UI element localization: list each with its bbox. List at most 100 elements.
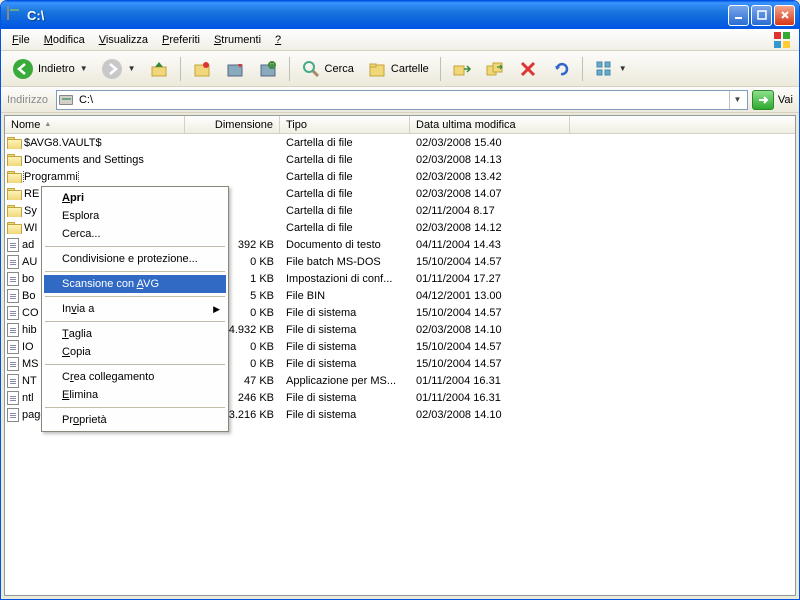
cell-type: File BIN: [280, 290, 410, 302]
tool-button-2[interactable]: [220, 55, 250, 83]
address-input[interactable]: [77, 93, 725, 107]
cm-copy[interactable]: Copia: [44, 343, 226, 361]
cell-date: 04/11/2004 14.43: [410, 239, 570, 251]
list-item[interactable]: Documents and SettingsCartella di file02…: [5, 151, 795, 168]
cm-avg-scan[interactable]: Scansione con AVG: [44, 275, 226, 293]
explorer-window: C:\ File Modifica Visualizza Preferiti S…: [0, 0, 800, 600]
addressbar: Indirizzo ▼ Vai: [1, 87, 799, 113]
menu-help[interactable]: ?: [268, 32, 288, 48]
maximize-button[interactable]: [751, 5, 772, 26]
file-icon: [7, 289, 19, 303]
cm-open[interactable]: Apri: [44, 189, 226, 207]
menu-view[interactable]: Visualizza: [92, 32, 155, 48]
cell-type: Cartella di file: [280, 154, 410, 166]
tool-button-1[interactable]: [187, 55, 217, 83]
separator: [180, 57, 181, 81]
views-button[interactable]: ▼: [589, 55, 632, 83]
column-modified[interactable]: Data ultima modifica: [410, 116, 570, 133]
file-icon: [7, 323, 19, 337]
go-button[interactable]: [752, 90, 774, 110]
cell-date: 01/11/2004 16.31: [410, 392, 570, 404]
cell-type: Cartella di file: [280, 137, 410, 149]
folder-icon: [7, 171, 21, 182]
menu-edit[interactable]: Modifica: [37, 32, 92, 48]
cell-name: Documents and Settings: [5, 154, 185, 166]
delete-button[interactable]: [513, 55, 543, 83]
address-label: Indirizzo: [7, 94, 52, 106]
cell-date: 02/03/2008 14.10: [410, 409, 570, 421]
cell-type: File batch MS-DOS: [280, 256, 410, 268]
folders-button[interactable]: Cartelle: [362, 55, 434, 83]
cm-send-to[interactable]: Invia a▶: [44, 300, 226, 318]
file-icon: [7, 357, 19, 371]
tool-button-3[interactable]: [253, 55, 283, 83]
context-menu: Apri Esplora Cerca... Condivisione e pro…: [41, 186, 229, 432]
cm-explore[interactable]: Esplora: [44, 207, 226, 225]
cell-type: File di sistema: [280, 358, 410, 370]
forward-button[interactable]: ▼: [96, 54, 141, 84]
cell-type: Documento di testo: [280, 239, 410, 251]
cell-type: Applicazione per MS...: [280, 375, 410, 387]
menu-tools[interactable]: Strumenti: [207, 32, 268, 48]
cm-search[interactable]: Cerca...: [44, 225, 226, 243]
cm-share-security[interactable]: Condivisione e protezione...: [44, 250, 226, 268]
file-icon: [7, 238, 19, 252]
cm-create-shortcut[interactable]: Crea collegamento: [44, 368, 226, 386]
cell-date: 02/03/2008 13.42: [410, 171, 570, 183]
menu-file[interactable]: File: [5, 32, 37, 48]
file-icon: [7, 391, 19, 405]
back-label: Indietro: [38, 63, 75, 75]
list-item[interactable]: Programmi Cartella di file02/03/2008 13.4…: [5, 168, 795, 185]
separator: [582, 57, 583, 81]
caret-icon: ▼: [80, 64, 88, 73]
window-title: C:\: [27, 8, 728, 23]
minimize-button[interactable]: [728, 5, 749, 26]
folder-icon: [7, 222, 21, 233]
titlebar[interactable]: C:\: [1, 1, 799, 29]
cell-type: File di sistema: [280, 392, 410, 404]
drive-icon: [59, 95, 73, 105]
cell-date: 02/03/2008 14.07: [410, 188, 570, 200]
caret-icon: ▼: [128, 64, 136, 73]
search-label: Cerca: [325, 63, 354, 75]
column-type[interactable]: Tipo: [280, 116, 410, 133]
undo-button[interactable]: [546, 55, 576, 83]
tool-button-copy[interactable]: [480, 55, 510, 83]
cell-date: 02/03/2008 14.12: [410, 222, 570, 234]
tool-button-move[interactable]: [447, 55, 477, 83]
cm-cut[interactable]: Taglia: [44, 325, 226, 343]
separator: [45, 271, 225, 272]
caret-icon: ▼: [619, 64, 627, 73]
column-name[interactable]: Nome ▲: [5, 116, 185, 133]
close-button[interactable]: [774, 5, 795, 26]
cell-type: File di sistema: [280, 409, 410, 421]
up-button[interactable]: [144, 55, 174, 83]
file-icon: [7, 272, 19, 286]
menu-favorites[interactable]: Preferiti: [155, 32, 207, 48]
back-button[interactable]: Indietro ▼: [7, 54, 93, 84]
separator: [45, 407, 225, 408]
file-icon: [7, 255, 19, 269]
search-button[interactable]: Cerca: [296, 55, 359, 83]
file-icon: [7, 408, 19, 422]
file-icon: [7, 340, 19, 354]
cell-name: Programmi: [5, 171, 185, 183]
file-icon: [7, 374, 19, 388]
cell-type: Cartella di file: [280, 205, 410, 217]
cm-properties[interactable]: Proprietà: [44, 411, 226, 429]
folder-icon: [7, 154, 21, 165]
column-size[interactable]: Dimensione: [185, 116, 280, 133]
windows-logo-icon: [773, 31, 791, 49]
folder-icon: [7, 205, 21, 216]
cell-type: Cartella di file: [280, 222, 410, 234]
cell-date: 15/10/2004 14.57: [410, 341, 570, 353]
cm-delete[interactable]: Elimina: [44, 386, 226, 404]
sort-asc-icon: ▲: [44, 121, 51, 128]
cell-type: Cartella di file: [280, 171, 410, 183]
address-dropdown[interactable]: ▼: [729, 91, 745, 109]
address-input-wrap[interactable]: ▼: [56, 90, 748, 110]
cell-name: $AVG8.VAULT$: [5, 137, 185, 149]
list-item[interactable]: $AVG8.VAULT$Cartella di file02/03/2008 1…: [5, 134, 795, 151]
file-icon: [7, 306, 19, 320]
separator: [45, 321, 225, 322]
